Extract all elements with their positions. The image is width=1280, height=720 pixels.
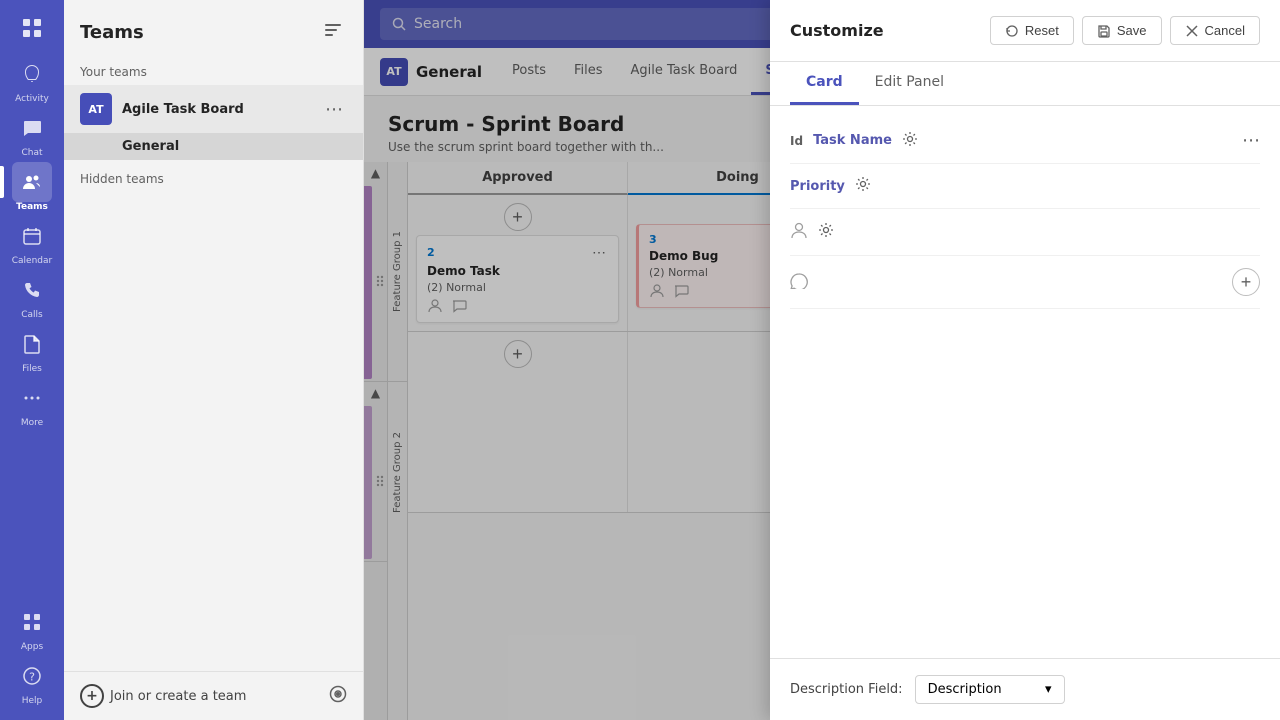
sidebar-item-files[interactable]: Files <box>0 322 64 376</box>
sidebar-item-more-label: More <box>21 418 43 428</box>
reset-label: Reset <box>1025 23 1059 38</box>
sidebar-item-calls[interactable]: Calls <box>0 268 64 322</box>
cancel-button[interactable]: Cancel <box>1170 16 1260 45</box>
your-teams-label: Your teams <box>64 61 363 85</box>
field-row-priority: Priority <box>790 164 1260 209</box>
sidebar-item-apps[interactable]: Apps <box>0 600 64 654</box>
join-create-team-button[interactable]: + Join or create a team <box>80 684 321 708</box>
teams-panel-title: Teams <box>80 22 144 43</box>
field-row-assignee <box>790 209 1260 256</box>
field-assignee-icon <box>790 221 808 243</box>
join-team-label: Join or create a team <box>110 689 246 704</box>
field-taskname-gear[interactable] <box>902 131 918 151</box>
customize-panel: Customize Reset Save Cancel Card <box>770 0 1280 720</box>
channel-general-label: General <box>122 139 347 154</box>
sidebar-item-teams[interactable]: Teams <box>0 160 64 214</box>
team-avatar: AT <box>80 93 112 125</box>
sidebar-apps-grid[interactable] <box>12 8 52 48</box>
panel-tab-edit-panel[interactable]: Edit Panel <box>859 62 960 105</box>
field-row-id-taskname: Id Task Name ⋯ <box>790 118 1260 164</box>
field-id-label: Id <box>790 134 803 148</box>
description-dropdown-value: Description <box>928 682 1002 697</box>
svg-text:?: ? <box>29 671 35 684</box>
customize-panel-title: Customize <box>790 21 884 40</box>
description-dropdown-icon: ▾ <box>1045 682 1052 697</box>
teams-footer: + Join or create a team <box>64 671 363 720</box>
field-add-button[interactable]: + <box>1232 268 1260 296</box>
customize-panel-header: Customize Reset Save Cancel <box>770 0 1280 62</box>
save-label: Save <box>1117 23 1147 38</box>
team-more-button[interactable]: ⋯ <box>321 97 347 122</box>
teams-settings-button[interactable] <box>329 685 347 707</box>
team-name: Agile Task Board <box>122 102 321 117</box>
field-comment-icon <box>790 271 808 293</box>
panel-tabs: Card Edit Panel <box>770 62 1280 106</box>
panel-tab-card[interactable]: Card <box>790 62 859 105</box>
hidden-teams-label: Hidden teams <box>64 160 363 190</box>
sidebar-item-chat[interactable]: Chat <box>0 106 64 160</box>
reset-button[interactable]: Reset <box>990 16 1074 45</box>
sidebar-item-calls-label: Calls <box>21 310 43 320</box>
join-team-icon: + <box>80 684 104 708</box>
field-priority-gear[interactable] <box>855 176 871 196</box>
description-dropdown[interactable]: Description ▾ <box>915 675 1065 704</box>
channel-general[interactable]: General <box>64 133 363 160</box>
cancel-label: Cancel <box>1205 23 1245 38</box>
sidebar-item-more[interactable]: More <box>0 376 64 430</box>
panel-body: Id Task Name ⋯ Priority <box>770 106 1280 658</box>
sidebar-apps-label: Apps <box>21 642 43 652</box>
field-taskname-label: Task Name <box>813 133 892 148</box>
sidebar-item-chat-label: Chat <box>21 148 42 158</box>
sidebar-item-files-label: Files <box>22 364 42 374</box>
field-row-comment: + <box>790 256 1260 309</box>
team-agile-task-board[interactable]: AT Agile Task Board ⋯ <box>64 85 363 133</box>
field-priority-label: Priority <box>790 179 845 194</box>
sidebar-item-activity-label: Activity <box>15 94 49 104</box>
sidebar-item-teams-label: Teams <box>16 202 48 212</box>
field-assignee-gear[interactable] <box>818 222 834 242</box>
sidebar: Activity Chat Teams Calendar Calls Files <box>0 0 64 720</box>
teams-panel: Teams Your teams AT Agile Task Board ⋯ G… <box>64 0 364 720</box>
field-taskname-more[interactable]: ⋯ <box>1242 130 1260 151</box>
sidebar-item-calendar[interactable]: Calendar <box>0 214 64 268</box>
teams-filter-button[interactable] <box>319 16 347 49</box>
save-button[interactable]: Save <box>1082 16 1162 45</box>
sidebar-item-activity[interactable]: Activity <box>0 52 64 106</box>
description-field-label: Description Field: <box>790 682 903 697</box>
sidebar-help-label: Help <box>22 696 43 706</box>
sidebar-item-calendar-label: Calendar <box>12 256 52 266</box>
teams-panel-header: Teams <box>64 0 363 61</box>
sidebar-item-help[interactable]: ? Help <box>0 654 64 708</box>
panel-footer: Description Field: Description ▾ <box>770 658 1280 720</box>
